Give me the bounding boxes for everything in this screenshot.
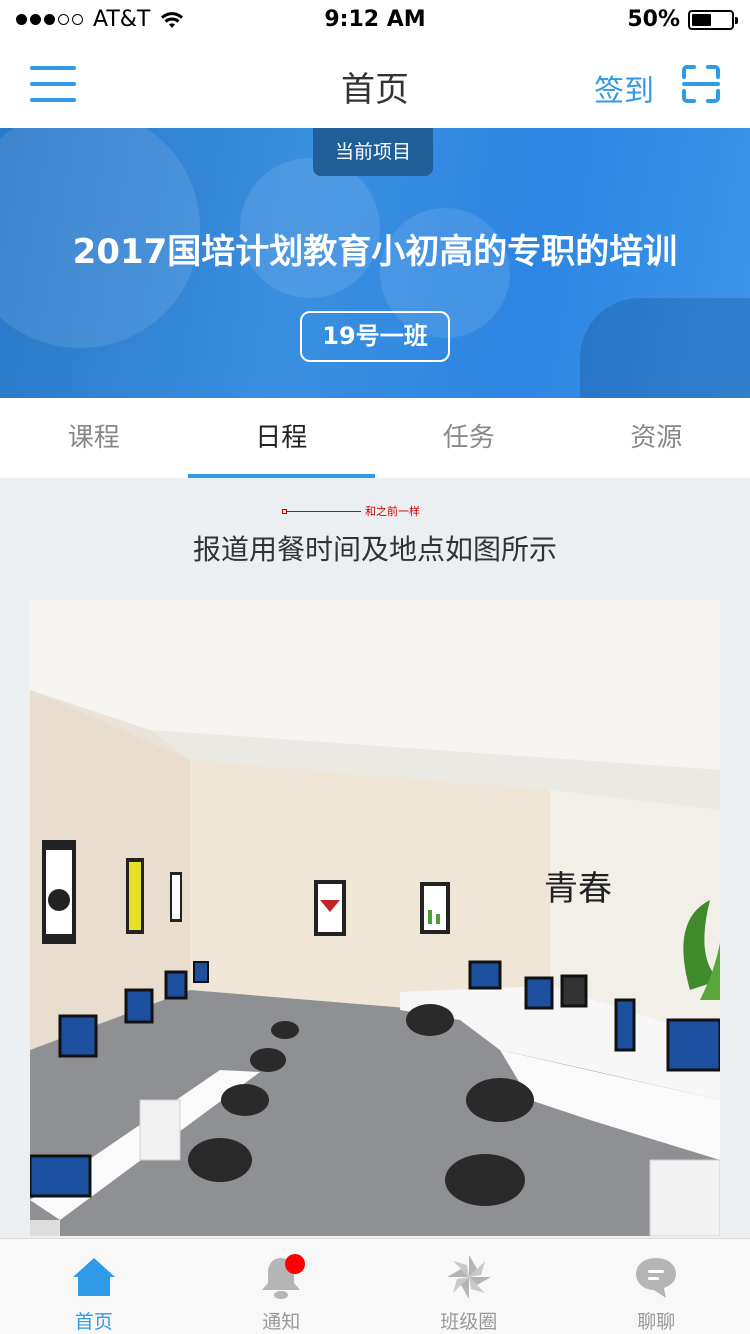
tabbar-label: 通知: [262, 1311, 301, 1333]
project-banner[interactable]: 当前项目 2017国培计划教育小初高的专职的培训 19号一班: [0, 128, 750, 398]
office-illustration: 青春: [30, 600, 720, 1236]
tab-resource[interactable]: 资源: [563, 398, 750, 478]
annotation-text: 和之前一样: [365, 505, 420, 518]
section-title: 报道用餐时间及地点如图所示: [192, 533, 557, 566]
checkin-button[interactable]: 签到: [594, 66, 654, 110]
tab-bar-top: 课程 日程 任务 资源: [0, 398, 750, 478]
project-title: 2017国培计划教育小初高的专职的培训: [72, 232, 678, 272]
pinwheel-icon: [446, 1255, 491, 1299]
notification-badge: [285, 1254, 305, 1274]
class-selector[interactable]: 19号一班: [300, 311, 450, 362]
scan-icon[interactable]: [682, 65, 720, 103]
tabbar-chat[interactable]: 聊聊: [563, 1239, 750, 1334]
tab-course[interactable]: 课程: [0, 398, 188, 478]
tabbar-home[interactable]: 首页: [0, 1239, 188, 1334]
tabbar-label: 聊聊: [637, 1311, 676, 1333]
battery-percent: 50%: [627, 7, 680, 32]
chat-icon: [636, 1258, 677, 1298]
tabbar-label: 首页: [74, 1311, 113, 1333]
venue-photo[interactable]: 青春: [30, 600, 720, 1236]
tabbar-label: 班级圈: [440, 1311, 498, 1333]
tabbar-notice[interactable]: 通知: [188, 1239, 376, 1334]
home-icon: [72, 1258, 115, 1296]
bottom-tab-bar: 首页 通知 班级圈 聊聊: [0, 1238, 750, 1334]
design-annotation: 和之前一样: [282, 503, 420, 519]
battery-icon: [688, 9, 738, 30]
current-project-tag: 当前项目: [313, 128, 433, 176]
status-bar: AT&T 9:12 AM 50%: [0, 0, 750, 40]
svg-text:青春: 青春: [544, 869, 612, 909]
banner-decoration: [580, 298, 750, 398]
nav-bar: 首页 签到: [0, 40, 750, 128]
status-right: 50%: [627, 7, 738, 32]
tab-task[interactable]: 任务: [375, 398, 563, 478]
tab-schedule[interactable]: 日程: [187, 398, 376, 478]
tabbar-class-circle[interactable]: 班级圈: [375, 1239, 563, 1334]
